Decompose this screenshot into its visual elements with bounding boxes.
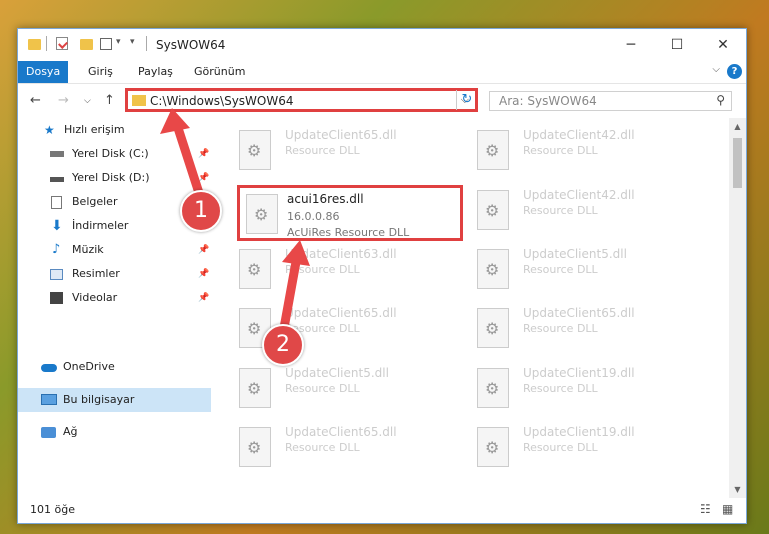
- annotation-arrows: [160, 108, 310, 333]
- arrow-2: [279, 240, 310, 333]
- arrow-1: [160, 108, 205, 201]
- step-badge-2: 2: [262, 324, 304, 366]
- step-badge-1: 1: [180, 190, 222, 232]
